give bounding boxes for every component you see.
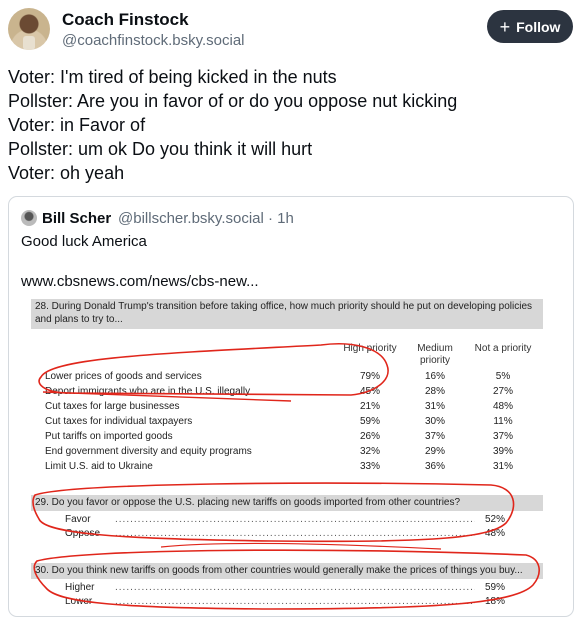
poll-row: Deport immigrants who are in the U.S. il… <box>45 386 545 400</box>
post-line: Pollster: um ok Do you think it will hur… <box>8 139 313 159</box>
row-not: 31% <box>492 461 513 472</box>
row-high: 79% <box>359 371 380 382</box>
poll-question-30: 30. Do you think new tariffs on goods fr… <box>31 563 543 579</box>
author-handle[interactable]: @coachfinstock.bsky.social <box>62 32 245 49</box>
quote-author-handle[interactable]: @billscher.bsky.social · 1h <box>118 210 294 227</box>
option-label: Oppose <box>65 528 101 539</box>
poll-row: Cut taxes for large businesses 21% 31% 4… <box>45 401 545 415</box>
option-label: Lower <box>65 596 93 607</box>
row-label: Put tariffs on imported goods <box>45 431 173 442</box>
poll-question-28: 28. During Donald Trump's transition bef… <box>31 299 543 329</box>
row-label: Cut taxes for individual taxpayers <box>45 416 193 427</box>
quoted-post[interactable]: Bill Scher @billscher.bsky.social · 1h G… <box>8 196 574 617</box>
row-not: 37% <box>492 431 513 442</box>
post-line: Voter: in Favor of <box>8 115 146 135</box>
quote-avatar[interactable] <box>21 210 37 226</box>
leader-dots: ........................................… <box>115 514 475 525</box>
row-not: 27% <box>492 386 513 397</box>
option-percent: 52% <box>484 514 505 525</box>
author-display-name[interactable]: Coach Finstock <box>62 10 189 30</box>
poll-row: End government diversity and equity prog… <box>45 446 545 460</box>
row-label: Limit U.S. aid to Ukraine <box>45 461 153 472</box>
poll-option: Higher .................................… <box>65 582 505 595</box>
row-high: 21% <box>359 401 380 412</box>
row-medium: 30% <box>424 416 445 427</box>
col-header-not: Not a priority <box>474 343 532 354</box>
poll-option: Oppose .................................… <box>65 528 505 541</box>
row-not: 11% <box>493 416 513 427</box>
row-high: 32% <box>359 446 380 457</box>
row-high: 26% <box>359 431 380 442</box>
row-medium: 28% <box>424 386 445 397</box>
leader-dots: ........................................… <box>115 528 475 539</box>
leader-dots: ........................................… <box>115 596 475 607</box>
row-medium: 36% <box>424 461 445 472</box>
option-label: Higher <box>65 582 95 593</box>
post: Coach Finstock @coachfinstock.bsky.socia… <box>0 0 586 621</box>
row-high: 45% <box>359 386 380 397</box>
row-high: 33% <box>359 461 380 472</box>
quote-author-name[interactable]: Bill Scher <box>42 210 111 227</box>
row-medium: 37% <box>424 431 445 442</box>
ink-scribble-q30 <box>160 542 442 550</box>
col-header-high: High priority <box>343 343 397 354</box>
poll-option: Favor ..................................… <box>65 514 505 527</box>
quote-link[interactable]: www.cbsnews.com/news/cbs-new... <box>21 273 259 290</box>
poll-row: Put tariffs on imported goods 26% 37% 37… <box>45 431 545 445</box>
poll-image[interactable]: 28. During Donald Trump's transition bef… <box>21 297 546 615</box>
row-medium: 29% <box>424 446 445 457</box>
row-label: Cut taxes for large businesses <box>45 401 180 412</box>
option-percent: 18% <box>484 596 505 607</box>
follow-label: Follow <box>516 18 561 35</box>
row-not: 39% <box>492 446 513 457</box>
option-percent: 59% <box>484 582 505 593</box>
option-percent: 48% <box>484 528 505 539</box>
post-line: Voter: I'm tired of being kicked in the … <box>8 67 337 87</box>
poll-question-29: 29. Do you favor or oppose the U.S. plac… <box>31 495 543 511</box>
row-medium: 16% <box>424 371 445 382</box>
quote-text: Good luck America <box>21 233 147 250</box>
row-not: 48% <box>492 401 513 412</box>
row-medium: 31% <box>424 401 445 412</box>
plus-icon: + <box>499 16 511 37</box>
col-header-medium: Medium priority <box>417 343 453 366</box>
poll-row: Lower prices of goods and services 79% 1… <box>45 371 545 385</box>
row-label: Deport immigrants who are in the U.S. il… <box>45 386 251 397</box>
post-line: Voter: oh yeah <box>8 163 125 183</box>
poll-row: Limit U.S. aid to Ukraine 33% 36% 31% <box>45 461 545 475</box>
poll-option: Lower ..................................… <box>65 596 505 609</box>
avatar[interactable] <box>8 8 50 50</box>
post-text: Voter: I'm tired of being kicked in the … <box>8 65 578 185</box>
row-label: End government diversity and equity prog… <box>45 446 252 457</box>
follow-button[interactable]: + Follow <box>487 10 573 43</box>
leader-dots: ........................................… <box>115 582 475 593</box>
row-not: 5% <box>495 371 511 382</box>
poll-row: Cut taxes for individual taxpayers 59% 3… <box>45 416 545 430</box>
option-label: Favor <box>65 514 91 525</box>
row-high: 59% <box>359 416 380 427</box>
row-label: Lower prices of goods and services <box>45 371 202 382</box>
post-line: Pollster: Are you in favor of or do you … <box>8 91 458 111</box>
